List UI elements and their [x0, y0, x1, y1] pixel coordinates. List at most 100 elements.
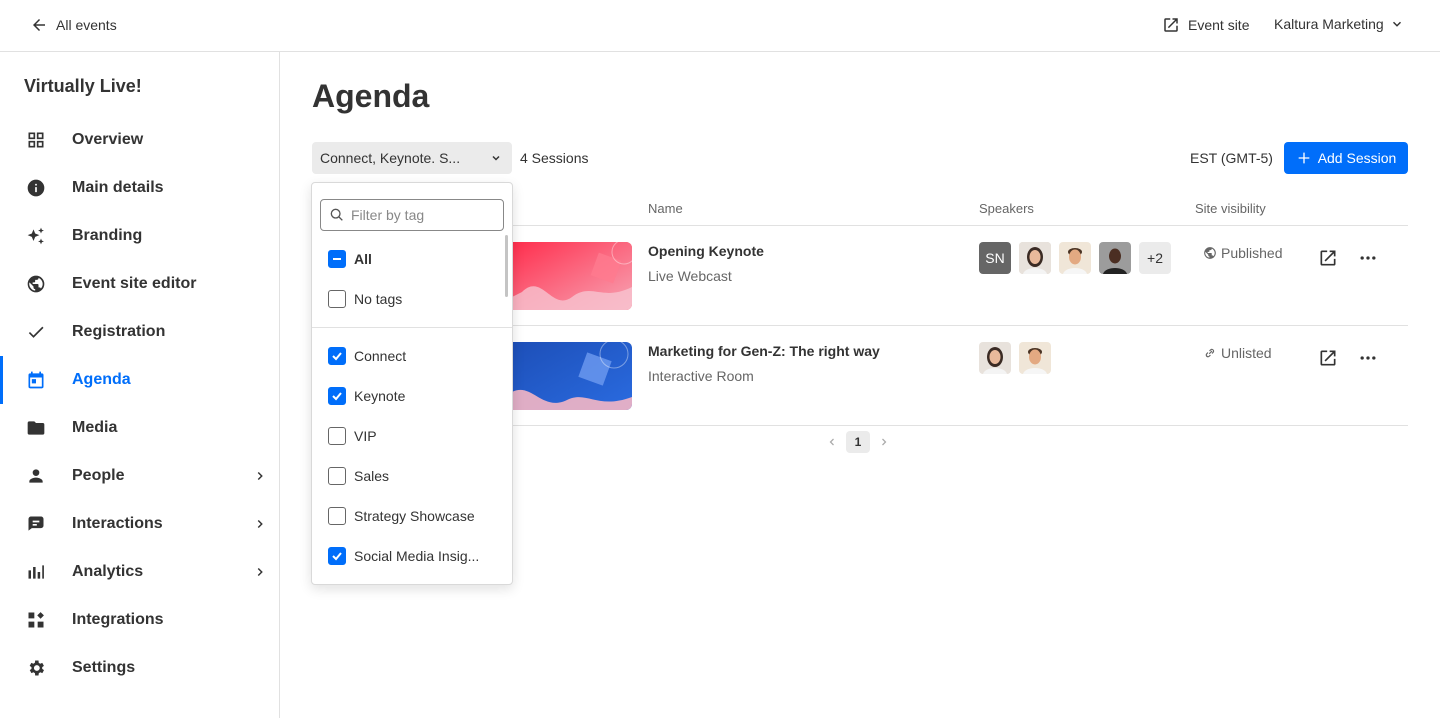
option-social-media-insights[interactable]: Social Media Insig...: [328, 546, 479, 566]
back-to-all-events-link[interactable]: All events: [30, 16, 117, 34]
session-type: Interactive Room: [648, 368, 754, 384]
sidebar-item-media[interactable]: Media: [0, 404, 279, 452]
sidebar-item-label: Main details: [72, 179, 164, 196]
visibility-status: Unlisted: [1203, 345, 1272, 361]
check-icon: [332, 352, 342, 361]
checkbox-checked[interactable]: [328, 387, 346, 405]
option-label: No tags: [354, 291, 403, 307]
checkbox-checked[interactable]: [328, 347, 346, 365]
sidebar-item-agenda[interactable]: Agenda: [0, 356, 279, 404]
session-thumbnail[interactable]: [512, 242, 632, 310]
open-external-icon[interactable]: [1318, 348, 1338, 368]
session-type: Live Webcast: [648, 268, 732, 284]
option-label: Sales: [354, 468, 390, 484]
sidebar-item-label: Integrations: [72, 611, 164, 628]
chevron-down-icon: [1392, 21, 1401, 27]
sessions-count: 4 Sessions: [520, 150, 589, 166]
chevron-right-icon[interactable]: [878, 436, 890, 448]
more-options-icon[interactable]: [1358, 348, 1378, 368]
person-photo-icon: [1019, 342, 1051, 374]
session-name[interactable]: Marketing for Gen-Z: The right way: [648, 343, 880, 359]
option-strategy-showcase[interactable]: Strategy Showcase: [328, 506, 475, 526]
option-label: All: [354, 251, 372, 267]
sidebar-item-settings[interactable]: Settings: [0, 644, 279, 692]
option-no-tags[interactable]: No tags: [328, 289, 402, 309]
plus-icon: [1298, 152, 1310, 164]
arrow-left-icon: [33, 19, 45, 31]
dropdown-divider: [312, 327, 512, 328]
person-photo-icon: [1059, 242, 1091, 274]
checkbox-checked[interactable]: [328, 547, 346, 565]
avatar: SN: [979, 242, 1011, 274]
add-session-button[interactable]: Add Session: [1284, 142, 1408, 174]
tag-filter-select[interactable]: Connect, Keynote. S...: [312, 142, 512, 174]
sidebar-item-integrations[interactable]: Integrations: [0, 596, 279, 644]
session-thumbnail-graphic: [512, 342, 632, 410]
session-name[interactable]: Opening Keynote: [648, 243, 764, 259]
sidebar-item-registration[interactable]: Registration: [0, 308, 279, 356]
sidebar-item-label: Settings: [72, 659, 136, 676]
tag-filter-input[interactable]: [351, 207, 491, 223]
person-icon: [24, 464, 48, 488]
option-keynote[interactable]: Keynote: [328, 386, 405, 406]
minus-icon: [333, 258, 341, 260]
back-label: All events: [56, 17, 117, 33]
sidebar-item-event-site-editor[interactable]: Event site editor: [0, 260, 279, 308]
search-icon: [330, 208, 343, 221]
checkbox-unchecked[interactable]: [328, 427, 346, 445]
column-header-visibility: Site visibility: [1195, 201, 1266, 216]
sidebar-item-branding[interactable]: Branding: [0, 212, 279, 260]
pagination: 1: [826, 431, 890, 453]
option-connect[interactable]: Connect: [328, 346, 406, 366]
sidebar-item-label: Interactions: [72, 515, 163, 532]
more-speakers-badge[interactable]: +2: [1139, 242, 1171, 274]
sidebar-nav: Overview Main details Branding Event sit…: [0, 116, 279, 692]
option-sales[interactable]: Sales: [328, 466, 389, 486]
folder-icon: [24, 416, 48, 440]
chevron-down-icon: [492, 155, 500, 161]
more-options-icon[interactable]: [1358, 248, 1378, 268]
checkbox-unchecked[interactable]: [328, 290, 346, 308]
dropdown-scrollbar[interactable]: [505, 235, 508, 297]
apps-icon: [24, 608, 48, 632]
option-all[interactable]: All: [328, 249, 372, 269]
check-icon: [24, 320, 48, 344]
column-header-name: Name: [648, 201, 683, 216]
session-thumbnail[interactable]: [512, 342, 632, 410]
checkbox-indeterminate[interactable]: [328, 250, 346, 268]
sidebar: Virtually Live! Overview Main details Br…: [0, 52, 280, 718]
avatar: [1099, 242, 1131, 274]
sidebar-item-analytics[interactable]: Analytics: [0, 548, 279, 596]
sidebar-item-label: Branding: [72, 227, 143, 244]
person-photo-icon: [1019, 242, 1051, 274]
page-number[interactable]: 1: [846, 431, 870, 453]
chevron-right-icon: [257, 471, 263, 481]
tag-filter-value: Connect, Keynote. S...: [320, 150, 461, 166]
visibility-label: Unlisted: [1221, 345, 1272, 361]
link-icon: [1205, 348, 1215, 358]
add-session-label: Add Session: [1317, 150, 1397, 166]
account-label: Kaltura Marketing: [1274, 16, 1384, 32]
checkbox-unchecked[interactable]: [328, 467, 346, 485]
person-photo-icon: [1099, 242, 1131, 274]
globe-icon: [24, 272, 48, 296]
open-external-icon[interactable]: [1318, 248, 1338, 268]
checkbox-unchecked[interactable]: [328, 507, 346, 525]
event-site-link[interactable]: Event site: [1162, 16, 1249, 34]
sidebar-item-label: Media: [72, 419, 118, 436]
tag-filter-search[interactable]: [320, 199, 504, 231]
visibility-status: Published: [1203, 245, 1283, 261]
globe-icon: [1204, 247, 1216, 259]
sidebar-item-label: Registration: [72, 323, 166, 340]
sidebar-item-overview[interactable]: Overview: [0, 116, 279, 164]
option-label: Keynote: [354, 388, 406, 404]
external-link-icon: [1164, 18, 1178, 32]
account-menu[interactable]: Kaltura Marketing: [1274, 16, 1404, 32]
sidebar-item-people[interactable]: People: [0, 452, 279, 500]
app-title: Virtually Live!: [24, 76, 142, 96]
page-title: Agenda: [312, 78, 430, 114]
chevron-left-icon[interactable]: [826, 436, 838, 448]
sidebar-item-interactions[interactable]: Interactions: [0, 500, 279, 548]
option-vip[interactable]: VIP: [328, 426, 377, 446]
sidebar-item-main-details[interactable]: Main details: [0, 164, 279, 212]
